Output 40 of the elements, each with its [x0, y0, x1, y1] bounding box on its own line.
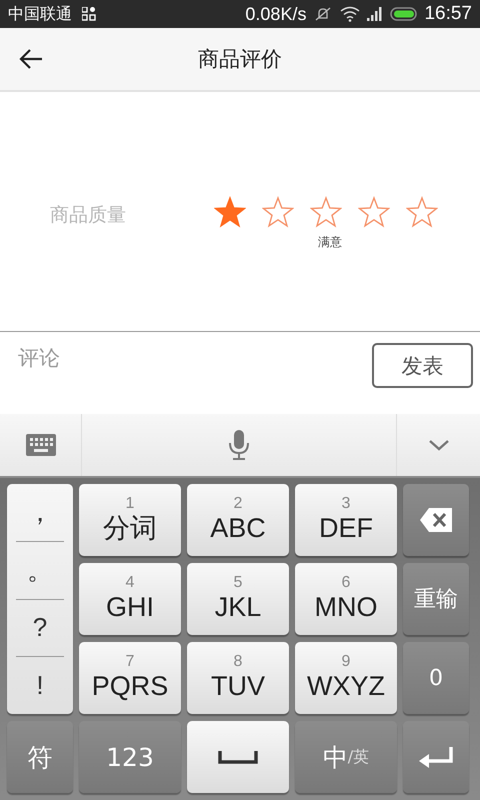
keyboard-key[interactable]: 0: [403, 642, 469, 714]
page-title: 商品评价: [198, 46, 282, 73]
keypad-key[interactable]: 5 JKL: [187, 563, 289, 635]
app-grid-icon: [82, 7, 96, 21]
post-button[interactable]: 发表: [372, 343, 473, 388]
punctuation-key[interactable]: !: [16, 657, 64, 714]
battery-icon: [390, 6, 418, 22]
enter-arrow-icon: [418, 745, 454, 769]
back-arrow-icon: [18, 48, 44, 70]
rating-label: 商品质量: [50, 203, 127, 228]
punctuation-key[interactable]: ，: [16, 484, 64, 542]
keyboard-key[interactable]: 符: [7, 721, 73, 793]
comment-field[interactable]: 评论: [18, 344, 372, 372]
keypad-key[interactable]: 7 PQRS: [79, 642, 181, 714]
keyboard-icon[interactable]: [24, 433, 56, 457]
keyboard-key[interactable]: 123: [79, 721, 181, 793]
clock-time: 16:57: [424, 3, 472, 25]
collapse-chevron-icon[interactable]: [428, 438, 450, 452]
keypad-key[interactable]: 8 TUV: [187, 642, 289, 714]
keypad-key[interactable]: 4 GHI: [79, 563, 181, 635]
punctuation-key[interactable]: ?: [16, 600, 64, 658]
star-rating[interactable]: [214, 196, 438, 228]
keyboard-key[interactable]: 重输: [403, 563, 469, 635]
keypad-key[interactable]: 3 DEF: [295, 484, 397, 556]
space-key[interactable]: [187, 721, 289, 793]
keypad-key[interactable]: 6 MNO: [295, 563, 397, 635]
network-speed: 0.08K/s: [245, 4, 306, 24]
carrier-name: 中国联通: [8, 4, 72, 24]
microphone-icon[interactable]: [227, 429, 251, 461]
signal-icon: [366, 6, 384, 22]
space-bar-icon: [218, 750, 258, 764]
keypad-key[interactable]: 1 分词: [79, 484, 181, 556]
keypad-key[interactable]: 9 WXYZ: [295, 642, 397, 714]
rating-caption: 满意: [318, 234, 343, 251]
delete-key[interactable]: [403, 484, 469, 556]
backspace-icon: [419, 507, 453, 533]
keypad-key[interactable]: 2 ABC: [187, 484, 289, 556]
enter-key[interactable]: [403, 721, 469, 793]
punctuation-key[interactable]: 。: [16, 542, 64, 600]
wifi-icon: [340, 6, 360, 22]
